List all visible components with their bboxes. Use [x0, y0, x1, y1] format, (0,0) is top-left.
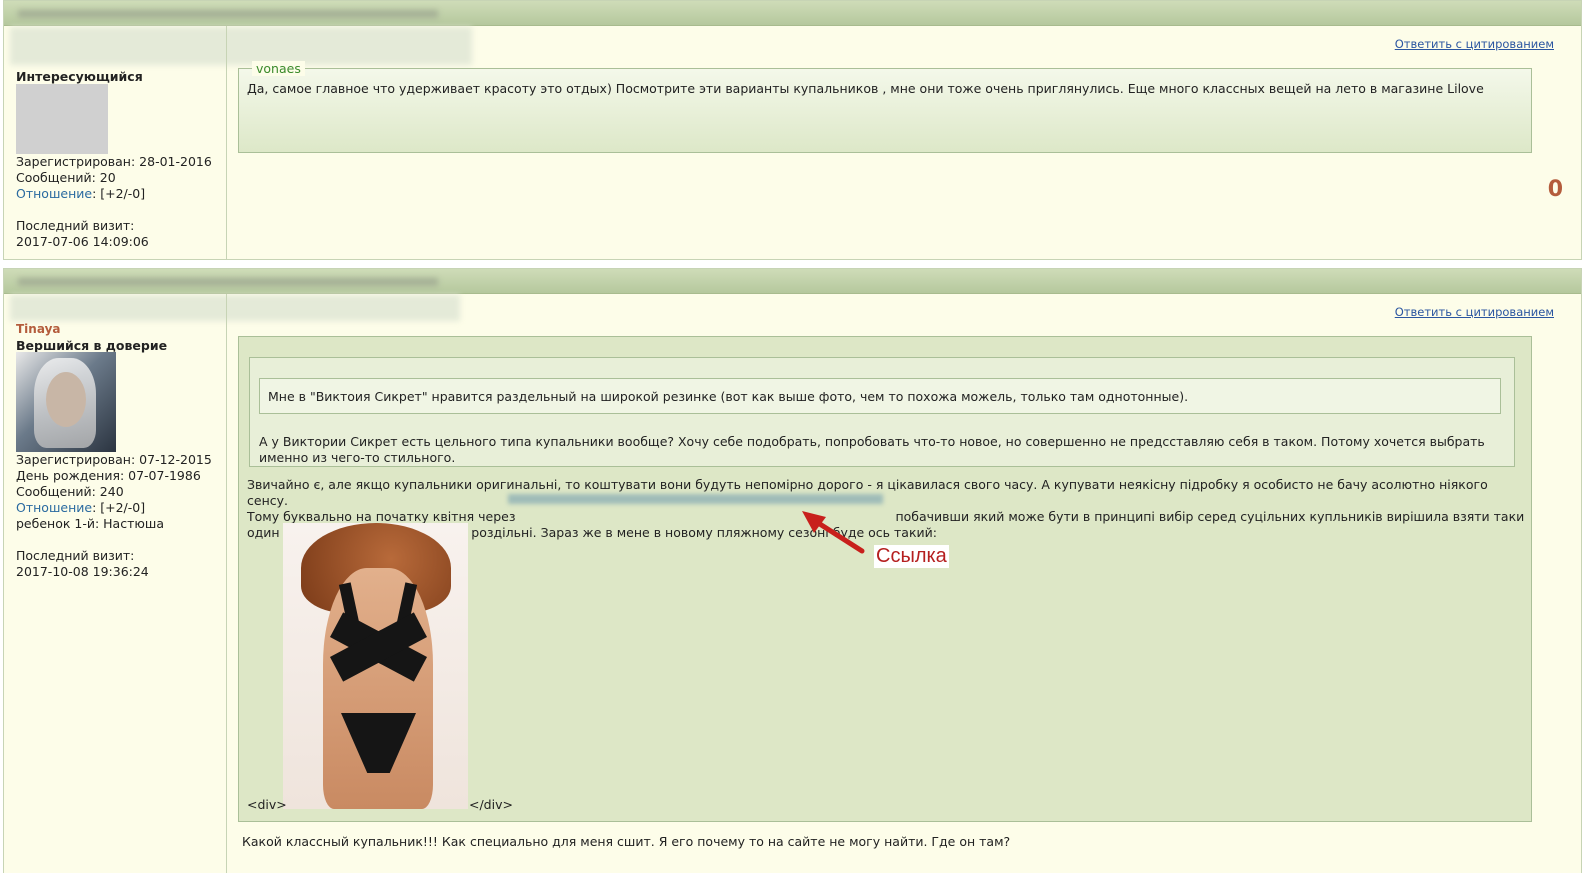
user-info-panel: Tinaya Вершийся в доверие Зарегистрирова…: [4, 294, 227, 873]
relation-value: : [+2/-0]: [92, 186, 146, 201]
user-details: Зарегистрирован: 28-01-2016 Сообщений: 2…: [16, 154, 212, 250]
avatar: [16, 84, 108, 154]
relation: Отношение: [+2/-0]: [16, 500, 212, 516]
annotation-arrow-icon: [802, 511, 865, 554]
last-visit-value: 2017-07-06 14:09:06: [16, 234, 149, 249]
message-count: Сообщений: 240: [16, 484, 124, 499]
relation-value: : [+2/-0]: [92, 500, 146, 515]
user-info-panel: Интересующийся Зарегистрирован: 28-01-20…: [4, 26, 227, 259]
nested-quote-text: Мне в "Виктоия Сикрет" нравится раздельн…: [268, 389, 1189, 404]
blurred-header-text: [18, 10, 438, 18]
registered-date: Зарегистрирован: 07-12-2015: [16, 452, 212, 467]
last-visit-value: 2017-10-08 19:36:24: [16, 564, 149, 579]
registered-date: Зарегистрирован: 28-01-2016: [16, 154, 212, 169]
user-rank: Вершийся в доверие: [16, 338, 168, 353]
quote-block: Да, самое главное что удерживает красоту…: [238, 68, 1532, 153]
last-visit-label: Последний визит:: [16, 218, 135, 233]
div-close-tag: </div>: [469, 797, 513, 812]
user-details: Зарегистрирован: 07-12-2015 День рождени…: [16, 452, 212, 580]
body-line-2-end: побачивши який може бути в принципі вибі…: [895, 509, 1525, 524]
user-rank: Интересующийся: [16, 69, 143, 84]
div-open-tag: <div>: [247, 797, 287, 812]
child-info: ребенок 1-й: Настюша: [16, 516, 164, 531]
relation: Отношение: [+2/-0]: [16, 186, 212, 202]
relation-link[interactable]: Отношение: [16, 500, 92, 515]
reply-with-quote-link[interactable]: Ответить с цитированием: [1395, 37, 1554, 51]
post-header: [4, 269, 1581, 294]
post-rating: 0: [1547, 177, 1563, 202]
nested-quote-inner: Мне в "Виктоия Сикрет" нравится раздельн…: [259, 378, 1501, 414]
avatar: [16, 352, 116, 452]
user-name[interactable]: Tinaya: [16, 322, 61, 336]
birthday: День рождения: 07-07-1986: [16, 468, 201, 483]
quote-text: Да, самое главное что удерживает красоту…: [247, 81, 1484, 96]
post-2: Tinaya Вершийся в доверие Зарегистрирова…: [3, 268, 1582, 873]
post-1: Интересующийся Зарегистрирован: 28-01-20…: [3, 0, 1582, 260]
message-count: Сообщений: 20: [16, 170, 116, 185]
last-visit-label: Последний визит:: [16, 548, 135, 563]
post-header: [4, 1, 1581, 26]
body-line-2-start: Тому буквально на початку квітня через: [247, 509, 516, 524]
blurred-header-text: [18, 278, 438, 286]
body-line-1: Звичайно є, але якщо купальники оригинал…: [247, 477, 1488, 508]
quote-block: Мне в "Виктоия Сикрет" нравится раздельн…: [238, 336, 1532, 822]
quote-author: vonaes: [252, 61, 305, 76]
annotation-label: Ссылка: [874, 545, 949, 568]
reply-text: Какой классный купальник!!! Как специаль…: [242, 834, 1011, 849]
reply-with-quote-link[interactable]: Ответить с цитированием: [1395, 305, 1554, 319]
quote-text: А у Виктории Сикрет есть цельного типа к…: [259, 434, 1485, 465]
relation-link[interactable]: Отношение: [16, 186, 92, 201]
swimsuit-photo: [283, 523, 468, 809]
nested-quote: Мне в "Виктоия Сикрет" нравится раздельн…: [249, 357, 1515, 467]
